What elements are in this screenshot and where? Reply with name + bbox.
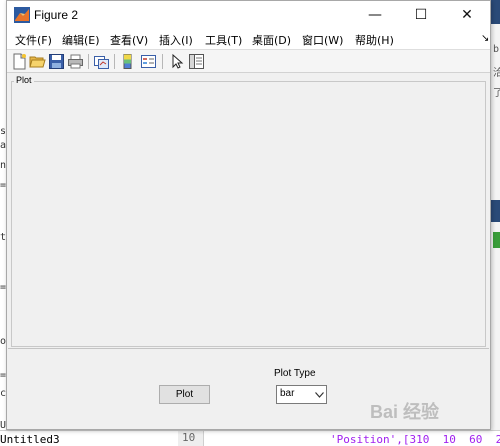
open-folder-icon[interactable]	[29, 53, 46, 70]
code-fragment: 了	[493, 84, 500, 99]
colorbar-icon[interactable]	[120, 53, 137, 70]
menu-desktop[interactable]: 桌面(D)	[252, 32, 291, 48]
plot-type-value: bar	[280, 388, 295, 399]
save-icon[interactable]	[48, 53, 65, 70]
editor-titlebar-strip	[491, 0, 500, 24]
menu-edit[interactable]: 编辑(E)	[62, 32, 100, 48]
toolbar	[7, 49, 490, 73]
window-title: Figure 2	[34, 8, 79, 22]
menu-tools[interactable]: 工具(T)	[205, 32, 242, 48]
code-fragment: b	[493, 44, 500, 55]
legend-icon[interactable]	[140, 53, 157, 70]
line-number: 10	[178, 431, 204, 446]
title-bar[interactable]: Figure 2 — ☐ ✕	[7, 1, 490, 29]
link-plot-icon[interactable]	[93, 53, 110, 70]
minimize-icon: —	[368, 7, 382, 23]
plot-button[interactable]: Plot	[159, 385, 210, 404]
property-inspector-icon[interactable]	[188, 53, 205, 70]
toolbar-separator	[88, 54, 89, 69]
menu-window[interactable]: 窗口(W)	[302, 32, 343, 48]
menu-file[interactable]: 文件(F)	[15, 32, 52, 48]
pointer-icon[interactable]	[169, 53, 186, 70]
maximize-icon: ☐	[414, 7, 428, 23]
matlab-icon	[14, 7, 30, 23]
controls-divider	[8, 348, 489, 349]
maximize-button[interactable]: ☐	[398, 1, 444, 29]
toolbar-separator	[162, 54, 163, 69]
code-fragment: 洽	[493, 64, 500, 79]
figure-window: Figure 2 — ☐ ✕ 文件(F) 编辑(E) 查看(V) 插入(I) 工…	[6, 0, 491, 430]
menu-insert[interactable]: 插入(I)	[159, 32, 193, 48]
minimize-button[interactable]: —	[352, 1, 398, 29]
chevron-down-icon[interactable]	[312, 386, 326, 403]
panel-title: Plot	[14, 75, 34, 85]
editor-green-marker	[493, 232, 500, 248]
watermark: Bai 经验	[370, 402, 440, 422]
new-file-icon[interactable]	[11, 53, 28, 70]
menu-help[interactable]: 帮助(H)	[355, 32, 394, 48]
close-button[interactable]: ✕	[444, 1, 490, 29]
plot-type-select[interactable]: bar	[276, 385, 327, 404]
menu-overflow-icon[interactable]: ↘	[481, 33, 489, 44]
close-icon: ✕	[461, 7, 473, 23]
plot-type-label: Plot Type	[274, 368, 316, 379]
menu-bar: 文件(F) 编辑(E) 查看(V) 插入(I) 工具(T) 桌面(D) 窗口(W…	[7, 29, 490, 49]
menu-view[interactable]: 查看(V)	[110, 32, 148, 48]
code-line: 'Position',[310 10 60 25	[330, 433, 500, 446]
tab-label[interactable]: Untitled3	[0, 433, 60, 446]
print-icon[interactable]	[67, 53, 84, 70]
toolbar-separator	[114, 54, 115, 69]
editor-strip	[491, 200, 500, 222]
editor-bottom-line: Untitled3 10 'Position',[310 10 60 25	[0, 430, 500, 446]
editor-right-edge: b 洽 了	[490, 0, 500, 446]
plot-panel	[11, 81, 486, 347]
